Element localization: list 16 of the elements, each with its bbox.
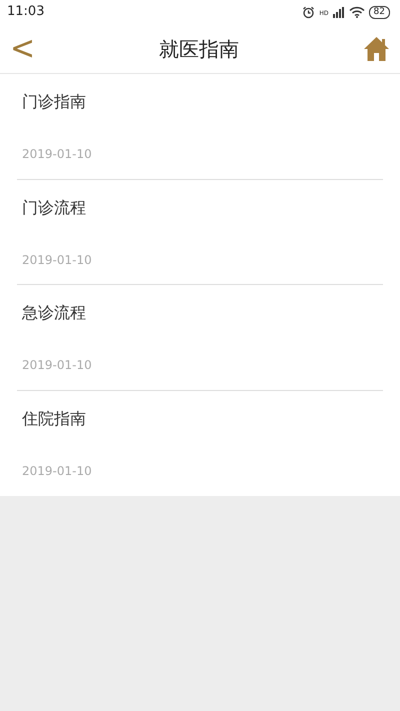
article-title[interactable]: 住院指南	[22, 406, 86, 430]
article-date: 2019-01-10	[22, 146, 92, 163]
back-button[interactable]: <	[10, 32, 36, 65]
page-title: 就医指南	[159, 36, 240, 62]
status-time: 11:03	[7, 3, 44, 22]
battery-indicator: 82	[368, 6, 390, 18]
article-date: 2019-01-10	[22, 357, 92, 374]
home-icon[interactable]	[362, 36, 390, 62]
article-title[interactable]: 急诊流程	[22, 301, 86, 325]
article-title[interactable]: 门诊指南	[22, 90, 86, 114]
article-date: 2019-01-10	[22, 252, 92, 268]
signal-icon	[332, 6, 345, 18]
wifi-icon	[348, 6, 365, 18]
article-date: 2019-01-10	[22, 462, 92, 480]
alarm-icon	[302, 6, 316, 18]
article-title[interactable]: 门诊流程	[22, 196, 86, 220]
